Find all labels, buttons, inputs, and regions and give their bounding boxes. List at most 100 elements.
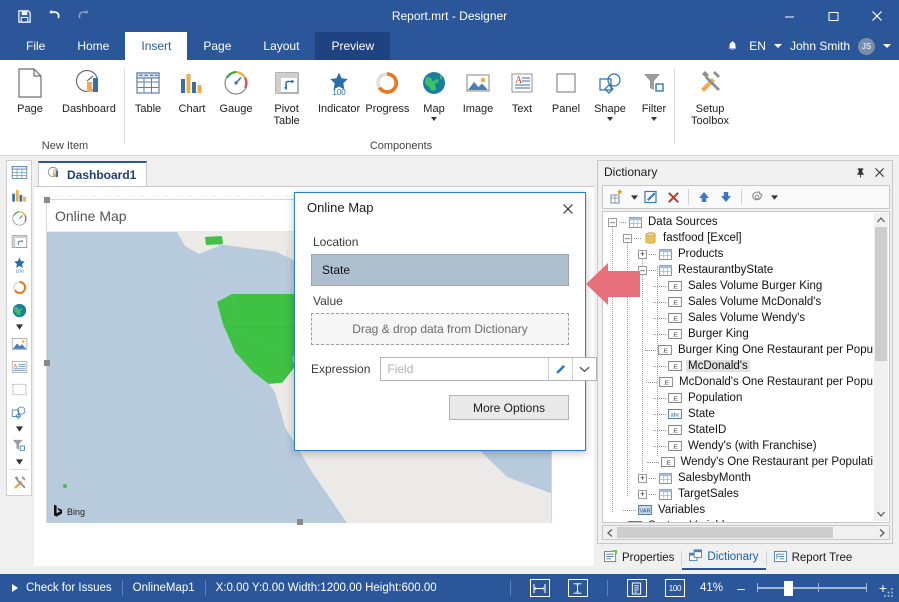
toolbox-item-shape[interactable]	[7, 401, 31, 424]
arrow-up-icon[interactable]	[694, 187, 714, 207]
tab-page[interactable]: Page	[187, 32, 247, 60]
align-v-icon[interactable]	[568, 579, 588, 597]
tab-report-tree[interactable]: Report Tree	[767, 546, 860, 570]
tree-item-products[interactable]: + Products	[603, 246, 875, 262]
tab-insert[interactable]: Insert	[125, 32, 187, 60]
tree-item-field[interactable]: .E McDonald's One Restaurant per Popu	[603, 374, 875, 390]
toolbox-item-panel[interactable]	[7, 378, 31, 401]
resize-handle-top-left[interactable]	[44, 197, 50, 203]
align-h-icon[interactable]	[530, 579, 550, 597]
save-icon[interactable]	[14, 6, 34, 26]
zoom-out-button[interactable]: –	[733, 580, 749, 596]
close-button[interactable]	[855, 0, 899, 32]
value-dropzone[interactable]: Drag & drop data from Dictionary	[311, 313, 569, 345]
tree-vertical-scrollbar[interactable]	[874, 213, 888, 521]
toolbox-item-gauge[interactable]	[7, 207, 31, 230]
chevron-down-icon[interactable]	[774, 44, 782, 48]
scroll-up-icon[interactable]	[874, 213, 888, 227]
tree-expand-toggle[interactable]: +	[608, 522, 617, 524]
tree-item-fastfood[interactable]: – fastfood [Excel]	[603, 230, 875, 246]
resize-handle-bottom[interactable]	[297, 519, 303, 525]
tree-item-field[interactable]: .E Sales Volume Burger King	[603, 278, 875, 294]
ribbon-button-panel[interactable]: Panel	[544, 66, 588, 115]
scroll-left-icon[interactable]	[603, 526, 617, 539]
toolbox-item-image[interactable]	[7, 332, 31, 355]
settings-chevron-down-icon[interactable]	[769, 187, 779, 207]
ribbon-button-text[interactable]: A Text	[500, 66, 544, 115]
toolbox-shape-dropdown-chevron-icon[interactable]	[7, 424, 31, 434]
new-item-icon[interactable]	[607, 187, 627, 207]
notification-bell-icon[interactable]	[723, 37, 741, 55]
undo-icon[interactable]	[44, 6, 64, 26]
gear-icon[interactable]	[747, 187, 767, 207]
toolbox-filter-dropdown-chevron-icon[interactable]	[7, 457, 31, 467]
tree-item-field-state[interactable]: abc State	[603, 406, 875, 422]
check-issues-expand-icon[interactable]	[12, 584, 18, 592]
tree-item-field[interactable]: .E StateID	[603, 422, 875, 438]
tree-expand-toggle[interactable]: +	[638, 474, 647, 483]
tree-expand-toggle[interactable]: +	[638, 250, 647, 259]
more-options-button[interactable]: More Options	[449, 395, 569, 420]
check-for-issues-label[interactable]: Check for Issues	[26, 582, 112, 594]
arrow-down-icon[interactable]	[716, 187, 736, 207]
tree-horizontal-scrollbar[interactable]	[602, 525, 890, 540]
dictionary-close-icon[interactable]	[871, 164, 887, 180]
minimize-button[interactable]	[767, 0, 811, 32]
tree-item-restaurantbystate[interactable]: – RestaurantbyState	[603, 262, 875, 278]
tab-layout[interactable]: Layout	[247, 32, 315, 60]
user-menu-chevron-icon[interactable]	[883, 44, 891, 48]
ribbon-button-indicator[interactable]: 100 Indicator	[315, 66, 363, 115]
toolbox-item-indicator[interactable]: 100	[7, 253, 31, 276]
tab-file[interactable]: File	[10, 32, 61, 60]
zoom-slider-thumb[interactable]	[784, 581, 793, 596]
tree-item-field[interactable]: .E Sales Volume Wendy's	[603, 310, 875, 326]
tab-preview[interactable]: Preview	[315, 32, 390, 60]
online-map-dialog[interactable]: Online Map Location State Value Drag & d…	[294, 192, 586, 451]
ribbon-button-pivot-table[interactable]: Pivot Table	[258, 66, 315, 127]
ribbon-button-shape[interactable]: Shape	[588, 66, 632, 121]
scrollbar-thumb[interactable]	[875, 227, 887, 361]
language-selector[interactable]: EN	[749, 39, 766, 53]
tree-item-field[interactable]: .E Population	[603, 390, 875, 406]
maximize-button[interactable]	[811, 0, 855, 32]
ribbon-button-filter[interactable]: Filter	[632, 66, 676, 121]
tree-item-field[interactable]: .E Wendy's (with Franchise)	[603, 438, 875, 454]
resize-handle-left[interactable]	[44, 360, 50, 366]
toolbox-item-filter[interactable]	[7, 434, 31, 457]
user-name[interactable]: John Smith	[790, 39, 850, 53]
tree-item-targetsales[interactable]: + TargetSales	[603, 486, 875, 502]
tab-home[interactable]: Home	[61, 32, 125, 60]
pin-icon[interactable]	[852, 164, 868, 180]
redo-icon[interactable]	[74, 6, 94, 26]
location-field[interactable]: State	[311, 254, 569, 286]
dictionary-tree[interactable]: – Data Sources – fastfood [Excel]	[602, 211, 890, 523]
zoom-100-icon[interactable]: 100	[665, 579, 685, 597]
tree-collapse-toggle[interactable]: –	[623, 234, 632, 243]
expression-edit-pencil-icon[interactable]	[548, 358, 572, 380]
scroll-right-icon[interactable]	[875, 526, 889, 539]
page-view-icon[interactable]	[627, 579, 647, 597]
toolbox-item-table[interactable]	[7, 161, 31, 184]
tree-item-field[interactable]: .E Burger King One Restaurant per Popu	[603, 342, 875, 358]
tab-dictionary[interactable]: Dictionary	[682, 546, 765, 570]
toolbox-item-pivot-table[interactable]	[7, 230, 31, 253]
ribbon-button-chart[interactable]: Chart	[170, 66, 214, 115]
ribbon-button-page[interactable]: Page	[4, 66, 56, 115]
edit-icon[interactable]	[641, 187, 661, 207]
expression-field[interactable]	[380, 357, 597, 381]
ribbon-button-table[interactable]: Table	[126, 66, 170, 115]
chevron-down-icon[interactable]	[607, 117, 613, 121]
ribbon-button-dashboard[interactable]: Dashboard	[56, 66, 122, 115]
tree-expand-toggle[interactable]: +	[638, 490, 647, 499]
toolbox-map-dropdown-chevron-icon[interactable]	[7, 322, 31, 332]
tree-item-field-mcdonalds[interactable]: .E McDonald's	[603, 358, 875, 374]
resize-grip-icon[interactable]	[883, 586, 895, 598]
chevron-down-icon[interactable]	[431, 117, 437, 121]
expression-dropdown-chevron-icon[interactable]	[572, 358, 596, 380]
ribbon-button-progress[interactable]: Progress	[363, 66, 412, 115]
toolbox-item-chart[interactable]	[7, 184, 31, 207]
tree-item-field[interactable]: .E Wendy's One Restaurant per Populati	[603, 454, 875, 470]
zoom-slider[interactable]	[757, 580, 867, 596]
ribbon-button-gauge[interactable]: Gauge	[214, 66, 258, 115]
toolbox-item-progress[interactable]	[7, 276, 31, 299]
